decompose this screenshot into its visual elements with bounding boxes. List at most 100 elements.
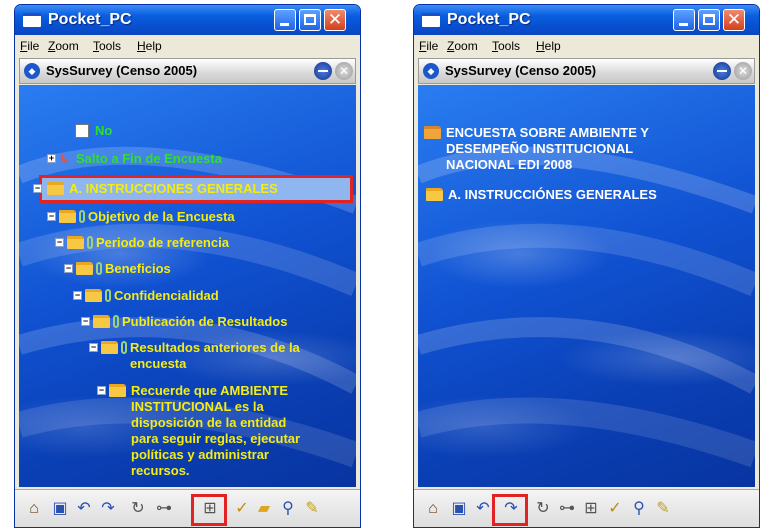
app-title: SysSurvey (Censo 2005): [46, 63, 198, 78]
window-icon: [422, 13, 440, 27]
folder-icon: [85, 289, 102, 302]
folder-icon[interactable]: ▰: [253, 498, 275, 520]
menu-bar: File Zoom Tools Help: [15, 35, 360, 57]
close-button[interactable]: ✕: [324, 9, 346, 31]
tree-node-encuesta[interactable]: ENCUESTA SOBRE AMBIENTE Y DESEMPEÑO INST…: [418, 125, 755, 175]
attachment-icon: [87, 236, 93, 249]
title-bar: Pocket_PC ✕: [15, 5, 360, 35]
jump-arrow-icon: ↳: [59, 151, 70, 166]
survey-tree-panel: ENCUESTA SOBRE AMBIENTE Y DESEMPEÑO INST…: [418, 85, 755, 487]
close-icon: ✕: [327, 10, 343, 29]
window-title: Pocket_PC: [447, 11, 531, 28]
refresh-icon[interactable]: ↻: [532, 498, 554, 520]
folder-icon: [426, 188, 443, 201]
search-icon[interactable]: ⚲: [628, 498, 650, 520]
pocket-pc-window-left: Pocket_PC ✕ File Zoom Tools Help ◆ SysSu…: [14, 4, 361, 528]
maximize-icon: [703, 14, 715, 25]
minimize-button[interactable]: [274, 9, 296, 31]
menu-tools[interactable]: Tools: [93, 39, 121, 53]
app-close-button[interactable]: ✕: [734, 62, 752, 80]
collapse-icon[interactable]: −: [81, 317, 90, 326]
home-icon[interactable]: ⌂: [23, 498, 45, 520]
save-icon[interactable]: ▣: [49, 498, 71, 520]
checkbox[interactable]: [75, 124, 89, 138]
maximize-button[interactable]: [299, 9, 321, 31]
tree-icon[interactable]: ⊶: [153, 498, 175, 520]
menu-bar: File Zoom Tools Help: [414, 35, 759, 57]
folder-icon: [101, 341, 118, 354]
check-icon[interactable]: ✓: [604, 498, 626, 520]
collapse-icon[interactable]: −: [55, 238, 64, 247]
expand-all-icon[interactable]: ⊞: [580, 498, 602, 520]
app-header: ◆ SysSurvey (Censo 2005) ✕: [19, 58, 356, 84]
collapse-icon[interactable]: −: [89, 343, 98, 352]
toolbar-highlight-frame: [191, 494, 227, 526]
menu-tools[interactable]: Tools: [492, 39, 520, 53]
menu-help[interactable]: Help: [137, 39, 162, 53]
refresh-icon[interactable]: ↻: [127, 498, 149, 520]
window-icon: [23, 13, 41, 27]
tree-node-beneficios[interactable]: − Beneficios: [19, 261, 356, 277]
tree-node-resultados[interactable]: − Resultados anteriores de la encuesta: [19, 340, 356, 374]
save-icon[interactable]: ▣: [448, 498, 470, 520]
collapse-icon[interactable]: −: [33, 184, 42, 193]
toolbar-highlight-frame: [492, 494, 528, 526]
collapse-icon[interactable]: −: [73, 291, 82, 300]
collapse-icon[interactable]: −: [47, 212, 56, 221]
menu-zoom[interactable]: Zoom: [447, 39, 478, 53]
tree-node-instrucciones[interactable]: A. INSTRUCCIÓNES GENERALES: [418, 187, 755, 203]
app-logo-icon: ◆: [24, 63, 40, 79]
attachment-icon: [79, 210, 85, 223]
menu-help[interactable]: Help: [536, 39, 561, 53]
tree-node-confidencialidad[interactable]: − Confidencialidad: [19, 288, 356, 304]
folder-icon: [67, 236, 84, 249]
tree-node-salto[interactable]: + ↳ Salto a Fin de Encuesta: [19, 151, 356, 167]
close-button[interactable]: ✕: [723, 9, 745, 31]
search-icon[interactable]: ⚲: [277, 498, 299, 520]
bottom-toolbar: ⌂ ▣ ↶ ↷ ↻ ⊶ ⊞ ✓ ▰ ⚲ ✎: [15, 489, 360, 527]
attachment-icon: [105, 289, 111, 302]
minimize-button[interactable]: [673, 9, 695, 31]
title-bar: Pocket_PC ✕: [414, 5, 759, 35]
folder-icon: [76, 262, 93, 275]
edit-icon[interactable]: ✎: [301, 498, 323, 520]
ok-button[interactable]: [314, 62, 332, 80]
tree-node-publicacion[interactable]: − Publicación de Resultados: [19, 314, 356, 330]
survey-folder-icon: [424, 126, 441, 139]
menu-zoom[interactable]: Zoom: [48, 39, 79, 53]
bottom-toolbar: ⌂ ▣ ↶ ↷ ↻ ⊶ ⊞ ✓ ⚲ ✎: [414, 489, 759, 527]
window-title: Pocket_PC: [48, 11, 132, 28]
maximize-button[interactable]: [698, 9, 720, 31]
undo-icon[interactable]: ↶: [73, 498, 95, 520]
home-icon[interactable]: ⌂: [422, 498, 444, 520]
tree-node-periodo[interactable]: − Periodo de referencia: [19, 235, 356, 251]
ok-button[interactable]: [713, 62, 731, 80]
maximize-icon: [304, 14, 316, 25]
tree-node-instrucciones[interactable]: − A. INSTRUCCIONES GENERALES: [19, 181, 356, 197]
tree-node-no[interactable]: No: [19, 123, 356, 139]
undo-icon[interactable]: ↶: [472, 498, 494, 520]
app-logo-icon: ◆: [423, 63, 439, 79]
expand-icon[interactable]: +: [47, 154, 56, 163]
folder-icon: [47, 182, 64, 195]
tree-node-objetivo[interactable]: − Objetivo de la Encuesta: [19, 209, 356, 225]
pocket-pc-window-right: Pocket_PC ✕ File Zoom Tools Help ◆ SysSu…: [413, 4, 760, 528]
folder-icon: [109, 384, 126, 397]
minimize-icon: [280, 23, 289, 26]
collapse-icon[interactable]: −: [97, 386, 106, 395]
attachment-icon: [121, 341, 127, 354]
attachment-icon: [96, 262, 102, 275]
menu-file[interactable]: File: [20, 39, 39, 53]
collapse-icon[interactable]: −: [64, 264, 73, 273]
tree-icon[interactable]: ⊶: [556, 498, 578, 520]
tree-node-recuerde[interactable]: − Recuerde que AMBIENTE INSTITUCIONAL es…: [19, 383, 356, 483]
check-icon[interactable]: ✓: [231, 498, 253, 520]
app-header: ◆ SysSurvey (Censo 2005) ✕: [418, 58, 755, 84]
redo-icon[interactable]: ↷: [97, 498, 119, 520]
app-close-button[interactable]: ✕: [335, 62, 353, 80]
menu-file[interactable]: File: [419, 39, 438, 53]
edit-icon[interactable]: ✎: [652, 498, 674, 520]
attachment-icon: [113, 315, 119, 328]
folder-icon: [59, 210, 76, 223]
survey-tree-panel: No + ↳ Salto a Fin de Encuesta − A. INST…: [19, 85, 356, 487]
